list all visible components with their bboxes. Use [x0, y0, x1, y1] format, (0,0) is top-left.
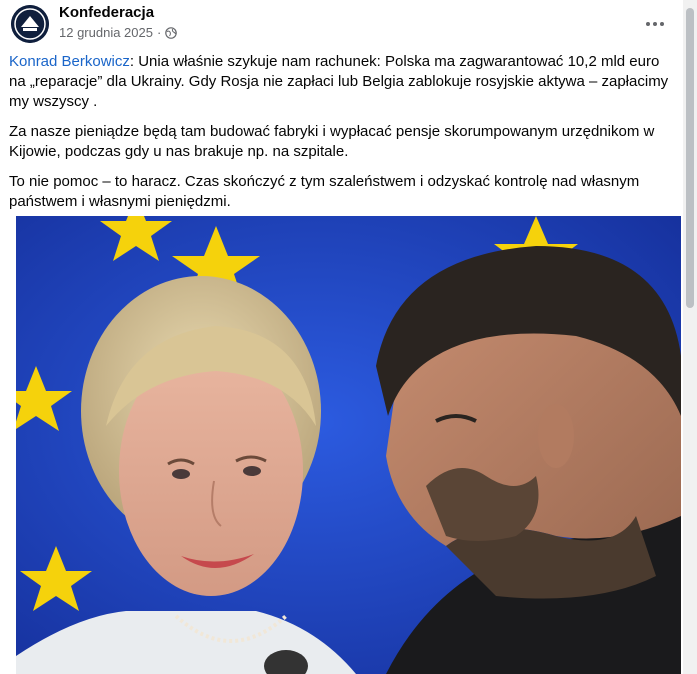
post-photo[interactable] — [16, 216, 681, 674]
page-avatar[interactable] — [11, 5, 49, 43]
meta-separator: · — [156, 25, 162, 40]
post-date[interactable]: 12 grudnia 2025 — [59, 25, 153, 40]
post-meta: 12 grudnia 2025 · — [59, 25, 178, 40]
post-text: Konrad Berkowicz: Unia właśnie szykuje n… — [9, 52, 677, 222]
mention-link[interactable]: Konrad Berkowicz — [9, 53, 130, 70]
post-paragraph-2: Za nasze pieniądze będą tam budować fabr… — [9, 123, 655, 160]
post-header: Konfederacja 12 grudnia 2025 · — [0, 0, 683, 48]
more-options-button[interactable] — [643, 12, 667, 36]
more-options-icon — [646, 22, 664, 26]
post-author[interactable]: Konfederacja — [59, 4, 154, 21]
scrollbar-thumb[interactable] — [686, 8, 694, 308]
post-paragraph-3: To nie pomoc – to haracz. Czas skończyć … — [9, 173, 640, 210]
facebook-post: Konfederacja 12 grudnia 2025 · Konrad Be… — [0, 0, 697, 674]
post-paragraph-1: Konrad Berkowicz: Unia właśnie szykuje n… — [9, 52, 677, 112]
globe-icon — [165, 27, 178, 39]
scrollbar[interactable] — [683, 0, 697, 674]
